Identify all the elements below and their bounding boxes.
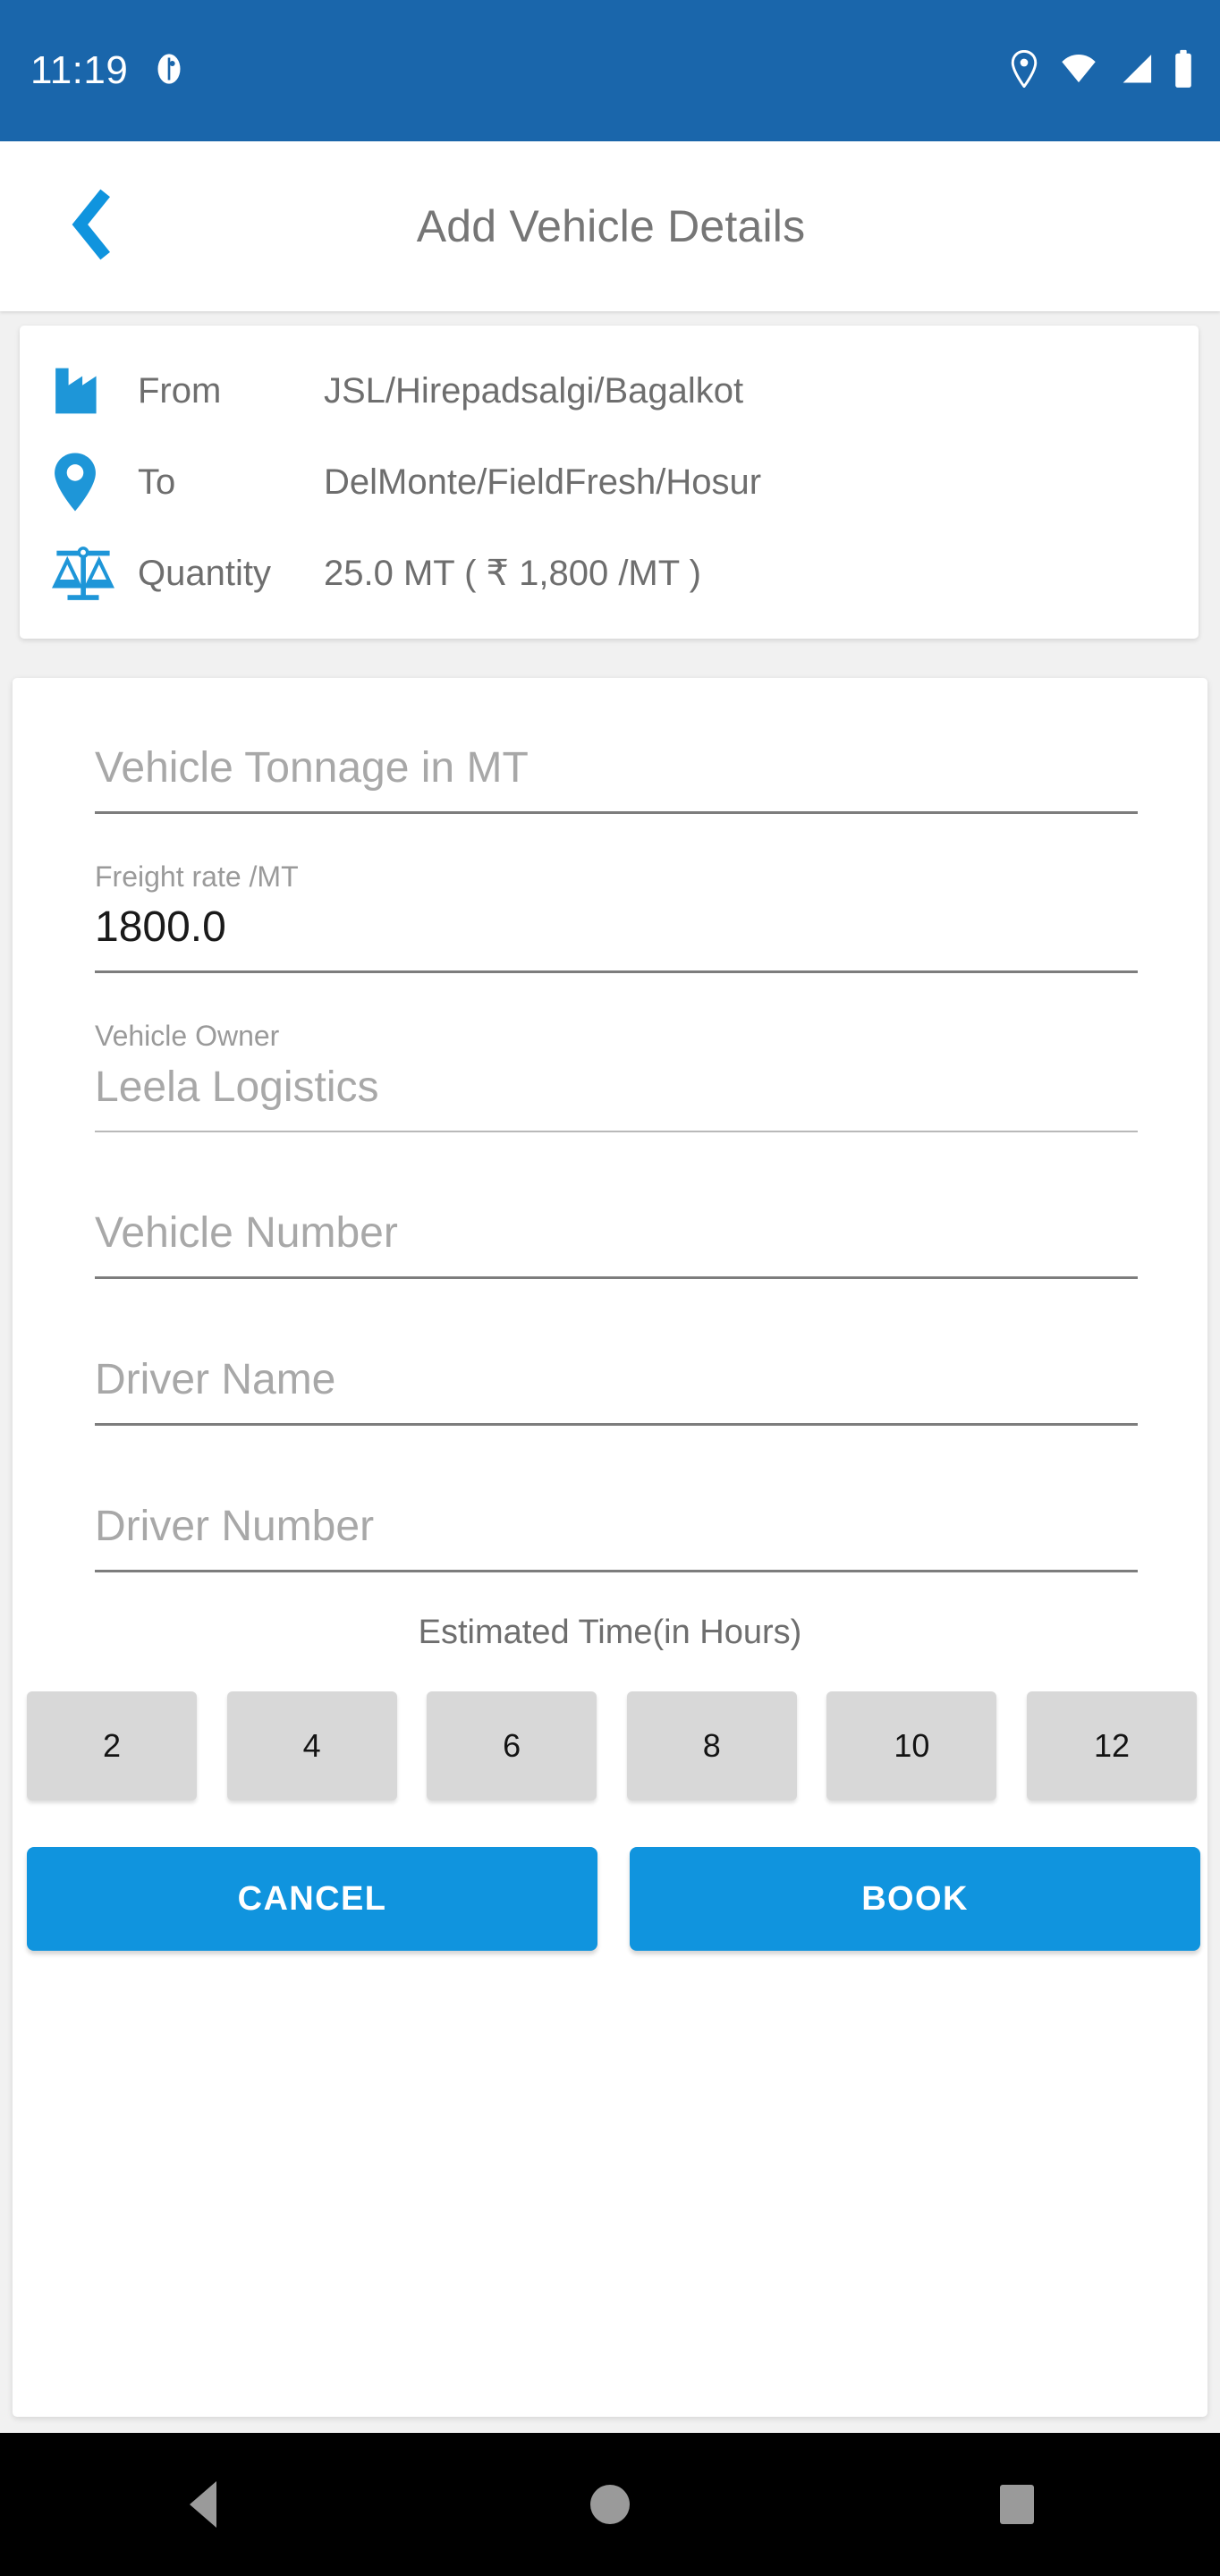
info-row-from: From JSL/Hirepadsalgi/Bagalkot bbox=[20, 345, 1199, 436]
field-vehicle-tonnage bbox=[95, 732, 1138, 814]
chevron-left-icon bbox=[68, 188, 118, 266]
app-bar: Add Vehicle Details bbox=[0, 141, 1220, 311]
vehicle-number-input[interactable] bbox=[95, 1197, 1138, 1279]
location-pin-icon bbox=[1009, 49, 1039, 92]
freight-rate-label: Freight rate /MT bbox=[95, 860, 299, 893]
field-driver-name bbox=[95, 1343, 1138, 1426]
info-label-quantity: Quantity bbox=[138, 553, 271, 593]
nav-recents-button[interactable] bbox=[945, 2433, 1089, 2576]
vehicle-details-form: Freight rate /MT Vehicle Owner Estimated… bbox=[13, 678, 1207, 2417]
estimated-time-chips: 2 4 6 8 10 12 bbox=[27, 1691, 1197, 1801]
estimated-time-chip[interactable]: 8 bbox=[626, 1691, 797, 1801]
estimated-time-chip[interactable]: 12 bbox=[1026, 1691, 1197, 1801]
field-driver-number bbox=[95, 1490, 1138, 1572]
vehicle-tonnage-input[interactable] bbox=[95, 732, 1138, 814]
nav-home-icon bbox=[589, 2485, 630, 2524]
info-label-from: From bbox=[138, 370, 222, 411]
info-value-from: JSL/Hirepadsalgi/Bagalkot bbox=[324, 370, 744, 411]
battery-icon bbox=[1173, 49, 1193, 93]
shipment-info-card: From JSL/Hirepadsalgi/Bagalkot To DelMon… bbox=[20, 326, 1199, 639]
android-nav-bar bbox=[0, 2433, 1220, 2576]
info-row-quantity: Quantity 25.0 MT ( ₹ 1,800 /MT ) bbox=[20, 528, 1199, 619]
balance-scale-icon bbox=[52, 544, 118, 603]
status-clock: 11:19 bbox=[30, 48, 129, 92]
estimated-time-label: Estimated Time(in Hours) bbox=[418, 1614, 802, 1651]
field-vehicle-number bbox=[95, 1197, 1138, 1279]
nav-back-button[interactable] bbox=[131, 2433, 275, 2576]
nav-back-icon bbox=[190, 2481, 217, 2528]
vehicle-owner-label: Vehicle Owner bbox=[95, 1020, 280, 1052]
map-pin-icon bbox=[52, 452, 118, 513]
vehicle-owner-input[interactable] bbox=[95, 1050, 1138, 1132]
back-button[interactable] bbox=[50, 183, 136, 269]
estimated-time-chip[interactable]: 2 bbox=[27, 1691, 197, 1801]
estimated-time-chip[interactable]: 10 bbox=[826, 1691, 997, 1801]
field-freight-rate: Freight rate /MT bbox=[95, 850, 1138, 973]
estimated-time-chip[interactable]: 4 bbox=[226, 1691, 397, 1801]
status-bar-right bbox=[1009, 49, 1193, 93]
nav-recents-icon bbox=[999, 2485, 1034, 2524]
cellular-signal-icon bbox=[1118, 53, 1154, 89]
field-vehicle-owner: Vehicle Owner bbox=[95, 1009, 1138, 1132]
freight-rate-input[interactable] bbox=[95, 891, 1138, 973]
form-actions: CANCEL BOOK bbox=[27, 1847, 1200, 1951]
cancel-button[interactable]: CANCEL bbox=[27, 1847, 597, 1951]
driver-name-input[interactable] bbox=[95, 1343, 1138, 1426]
info-value-to: DelMonte/FieldFresh/Hosur bbox=[324, 462, 762, 502]
factory-icon bbox=[52, 363, 118, 419]
status-bar: 11:19 bbox=[0, 0, 1220, 141]
nav-home-button[interactable] bbox=[538, 2433, 682, 2576]
info-row-to: To DelMonte/FieldFresh/Hosur bbox=[20, 436, 1199, 528]
wifi-icon bbox=[1059, 53, 1098, 89]
estimated-time-chip[interactable]: 6 bbox=[427, 1691, 597, 1801]
status-bar-left: 11:19 bbox=[30, 51, 187, 91]
book-button[interactable]: BOOK bbox=[630, 1847, 1200, 1951]
driver-number-input[interactable] bbox=[95, 1490, 1138, 1572]
info-label-to: To bbox=[138, 462, 176, 502]
page-title: Add Vehicle Details bbox=[416, 201, 806, 251]
app-notification-icon bbox=[151, 51, 187, 91]
app-screen: 11:19 Add Vehicle Details From JSL/Hirep… bbox=[0, 0, 1220, 2576]
info-value-quantity: 25.0 MT ( ₹ 1,800 /MT ) bbox=[324, 554, 701, 593]
